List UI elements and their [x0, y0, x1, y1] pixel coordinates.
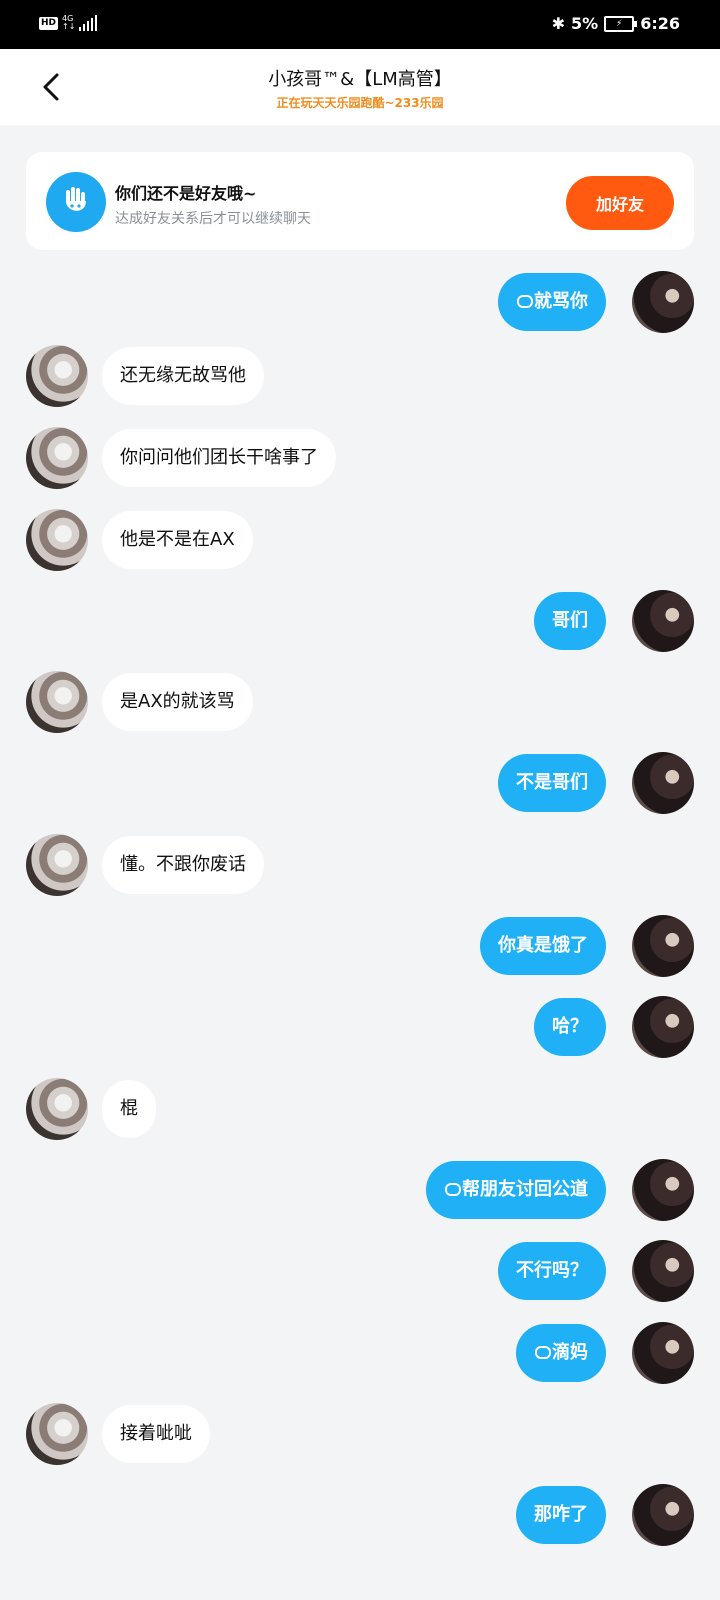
- my-avatar[interactable]: [632, 752, 694, 814]
- outgoing-message-bubble[interactable]: 滴妈: [516, 1324, 606, 1382]
- contact-avatar[interactable]: [26, 345, 88, 407]
- chat-message: 他是不是在AX: [0, 508, 720, 572]
- message-list[interactable]: 就骂你还无缘无故骂他你问问他们团长干啥事了 他是不是在AX 哥们是AX的就该骂不是哥…: [0, 250, 720, 1600]
- masked-word-icon: [445, 1183, 461, 1196]
- my-avatar[interactable]: [632, 1484, 694, 1546]
- chat-message: 那咋了: [0, 1483, 720, 1547]
- contact-avatar[interactable]: [26, 834, 88, 896]
- contact-avatar[interactable]: [26, 1403, 88, 1465]
- chat-title: 小孩哥™&【LM高管】: [268, 69, 452, 90]
- chat-message: 棍: [0, 1077, 720, 1141]
- signal-icon: [79, 15, 98, 31]
- chat-message: 还无缘无故骂他: [0, 344, 720, 408]
- chat-message: 接着呲呲: [0, 1402, 720, 1466]
- friend-request-banner: 你们还不是好友哦~ 达成好友关系后才可以继续聊天 加好友: [26, 152, 694, 250]
- incoming-message-bubble[interactable]: 他是不是在AX: [102, 511, 253, 569]
- incoming-message-bubble[interactable]: 接着呲呲: [102, 1405, 210, 1463]
- masked-word-icon: [535, 1346, 551, 1359]
- chat-message: 是AX的就该骂: [0, 670, 720, 734]
- outgoing-message-bubble[interactable]: 帮朋友讨回公道: [426, 1161, 606, 1219]
- chat-message: 哈？: [0, 995, 720, 1059]
- outgoing-message-bubble[interactable]: 不是哥们: [498, 754, 606, 812]
- outgoing-message-bubble[interactable]: 你真是饿了: [480, 917, 606, 975]
- my-avatar[interactable]: [632, 915, 694, 977]
- my-avatar[interactable]: [632, 1322, 694, 1384]
- contact-avatar[interactable]: [26, 671, 88, 733]
- outgoing-message-bubble[interactable]: 就骂你: [498, 273, 606, 331]
- wave-hand-icon: [46, 172, 106, 232]
- battery-icon: ⚡: [604, 15, 638, 32]
- my-avatar[interactable]: [632, 271, 694, 333]
- status-bar: HD 4G ↑↓ ✱ 5% ⚡ 6:26: [0, 0, 720, 49]
- bluetooth-icon: ✱: [551, 14, 566, 33]
- my-avatar[interactable]: [632, 1159, 694, 1221]
- chat-message: 不是哥们: [0, 751, 720, 815]
- chat-message: 你真是饿了: [0, 914, 720, 978]
- outgoing-message-bubble[interactable]: 那咋了: [516, 1486, 606, 1544]
- contact-avatar[interactable]: [26, 509, 88, 571]
- my-avatar[interactable]: [632, 1240, 694, 1302]
- incoming-message-bubble[interactable]: 你问问他们团长干啥事了: [102, 429, 336, 487]
- status-right: ✱ 5% ⚡ 6:26: [552, 14, 680, 33]
- my-avatar[interactable]: [632, 590, 694, 652]
- chat-header: 小孩哥™&【LM高管】 正在玩天天乐园跑酷~233乐园: [0, 49, 720, 125]
- outgoing-message-bubble[interactable]: 不行吗？: [498, 1242, 606, 1300]
- chat-subtitle: 正在玩天天乐园跑酷~233乐园: [276, 96, 444, 110]
- chat-message: 你问问他们团长干啥事了: [0, 426, 720, 490]
- chat-message: 就骂你: [0, 270, 720, 334]
- network-type: 4G ↑↓: [62, 14, 76, 31]
- chat-message: 不行吗？: [0, 1239, 720, 1303]
- contact-avatar[interactable]: [26, 427, 88, 489]
- hd-badge: HD: [39, 16, 59, 30]
- add-friend-button[interactable]: 加好友: [566, 176, 674, 230]
- clock: 6:26: [640, 14, 680, 33]
- chat-message: 帮朋友讨回公道: [0, 1158, 720, 1222]
- outgoing-message-bubble[interactable]: 哥们: [534, 592, 606, 650]
- status-left: HD 4G ↑↓: [39, 14, 98, 31]
- chat-message: 哥们: [0, 589, 720, 653]
- incoming-message-bubble[interactable]: 是AX的就该骂: [102, 673, 253, 731]
- incoming-message-bubble[interactable]: 棍: [102, 1080, 156, 1138]
- incoming-message-bubble[interactable]: 还无缘无故骂他: [102, 347, 264, 405]
- banner-title: 你们还不是好友哦~: [115, 184, 257, 203]
- my-avatar[interactable]: [632, 996, 694, 1058]
- chat-message: 懂。不跟你废话: [0, 833, 720, 897]
- outgoing-message-bubble[interactable]: 哈？: [534, 998, 606, 1056]
- masked-word-icon: [517, 295, 533, 308]
- incoming-message-bubble[interactable]: 懂。不跟你废话: [102, 836, 264, 894]
- banner-subtitle: 达成好友关系后才可以继续聊天: [115, 211, 311, 227]
- battery-percent: 5%: [571, 14, 599, 33]
- contact-avatar[interactable]: [26, 1078, 88, 1140]
- chat-message: 滴妈: [0, 1321, 720, 1385]
